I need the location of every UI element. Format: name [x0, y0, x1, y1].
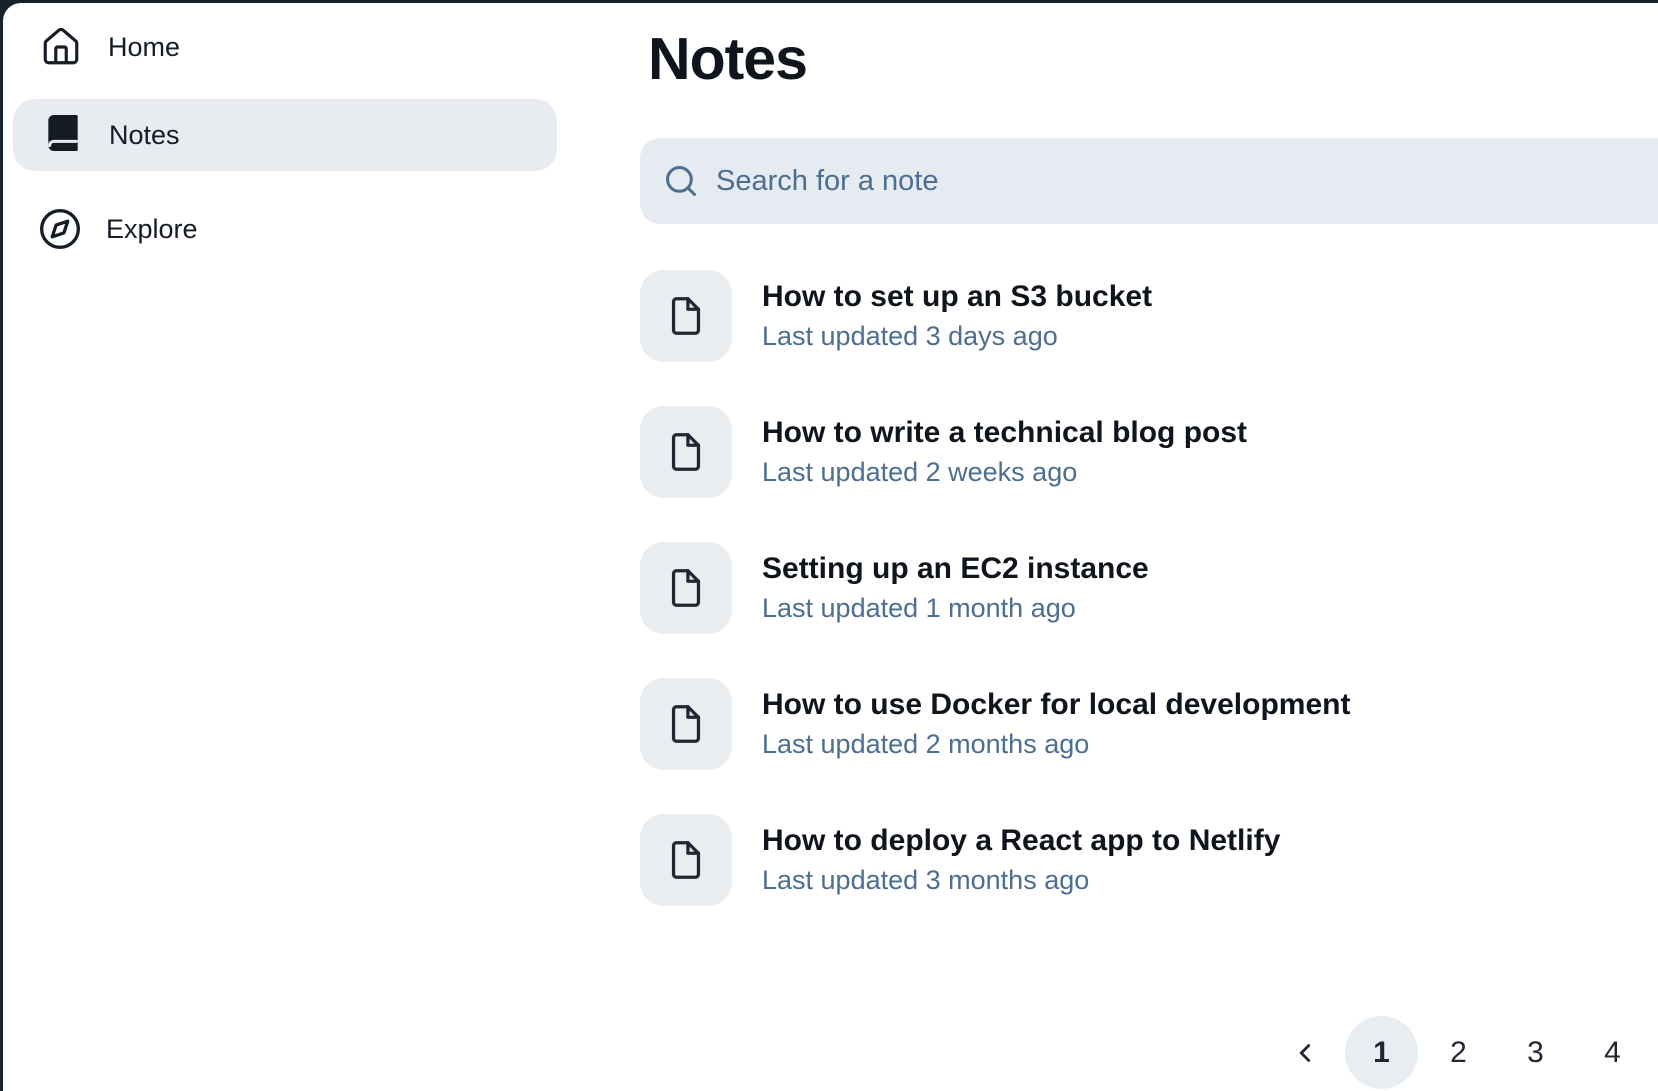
note-list-item[interactable]: How to set up an S3 bucket Last updated … — [640, 270, 1628, 362]
note-updated: Last updated 3 days ago — [762, 322, 1152, 352]
sidebar-item-label: Home — [108, 32, 180, 63]
file-icon — [640, 542, 732, 634]
pagination-page-2[interactable]: 2 — [1422, 1016, 1495, 1089]
search-icon — [662, 162, 700, 200]
pagination-page-3[interactable]: 3 — [1499, 1016, 1572, 1089]
note-updated: Last updated 3 months ago — [762, 866, 1280, 896]
chevron-left-icon — [1290, 1038, 1320, 1068]
sidebar: Home Notes Explore — [3, 3, 573, 1091]
note-title: How to deploy a React app to Netlify — [762, 824, 1280, 857]
note-updated: Last updated 1 month ago — [762, 594, 1149, 624]
file-icon — [640, 406, 732, 498]
note-title: How to write a technical blog post — [762, 416, 1247, 449]
sidebar-item-home[interactable]: Home — [40, 21, 180, 73]
sidebar-item-notes[interactable]: Notes — [13, 99, 557, 171]
home-icon — [40, 26, 82, 68]
note-list-item[interactable]: How to deploy a React app to Netlify Las… — [640, 814, 1628, 906]
file-icon — [640, 270, 732, 362]
search-input[interactable] — [716, 165, 1658, 198]
sidebar-item-label: Notes — [109, 120, 180, 151]
note-list-item[interactable]: How to use Docker for local development … — [640, 678, 1628, 770]
note-list-item[interactable]: How to write a technical blog post Last … — [640, 406, 1628, 498]
compass-icon — [38, 207, 82, 251]
note-updated: Last updated 2 months ago — [762, 730, 1350, 760]
file-icon — [640, 678, 732, 770]
book-icon — [43, 113, 83, 158]
sidebar-item-label: Explore — [106, 214, 198, 245]
note-title: Setting up an EC2 instance — [762, 552, 1149, 585]
note-title: How to use Docker for local development — [762, 688, 1350, 721]
pagination-page-1[interactable]: 1 — [1345, 1016, 1418, 1089]
note-list: How to set up an S3 bucket Last updated … — [640, 270, 1628, 950]
app-window: Home Notes Explore Notes — [3, 3, 1658, 1091]
pagination-page-4[interactable]: 4 — [1576, 1016, 1649, 1089]
sidebar-item-explore[interactable]: Explore — [38, 201, 198, 257]
search-bar[interactable] — [640, 138, 1658, 224]
pagination: 1 2 3 4 — [1268, 1016, 1649, 1089]
file-icon — [640, 814, 732, 906]
note-list-item[interactable]: Setting up an EC2 instance Last updated … — [640, 542, 1628, 634]
note-updated: Last updated 2 weeks ago — [762, 458, 1247, 488]
pagination-prev-button[interactable] — [1268, 1016, 1341, 1089]
note-title: How to set up an S3 bucket — [762, 280, 1152, 313]
page-title: Notes — [648, 25, 807, 93]
